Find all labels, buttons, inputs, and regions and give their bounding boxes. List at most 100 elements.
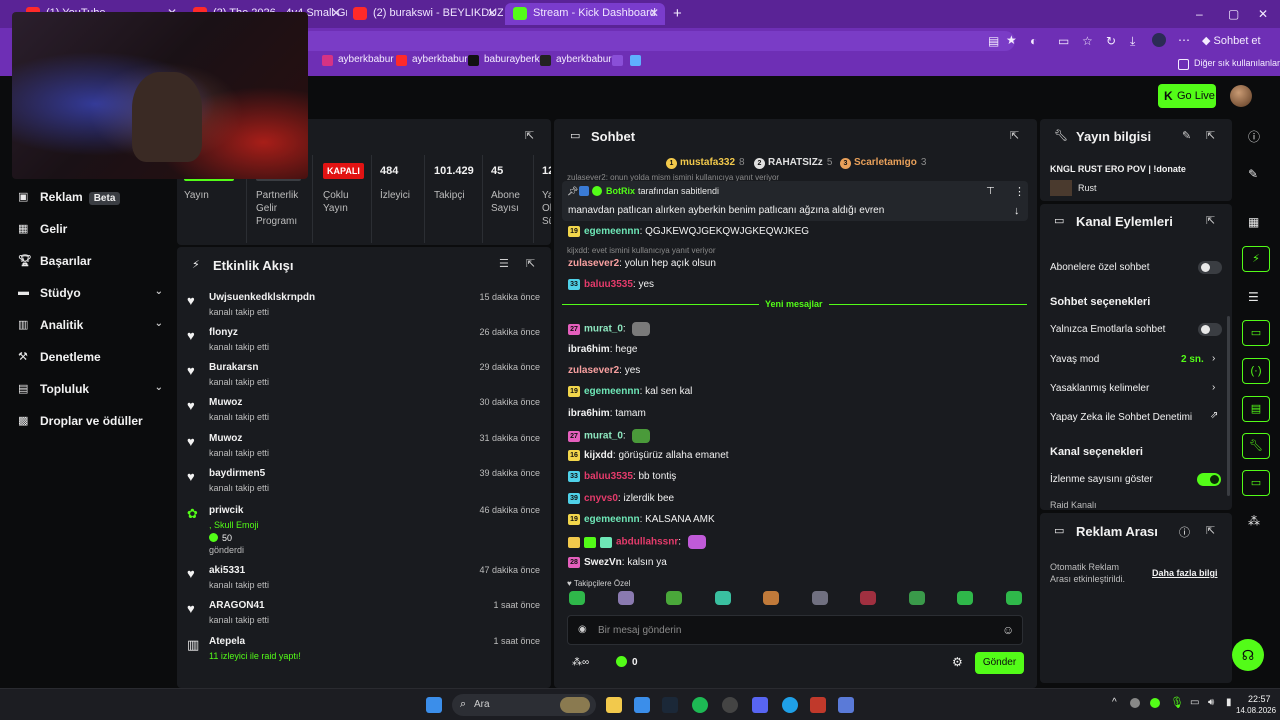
bookmark[interactable]: ayberkbabur: [540, 54, 612, 66]
edit-icon[interactable]: ✎: [1182, 129, 1191, 142]
rail-window-button[interactable]: ▭: [1242, 470, 1270, 496]
layout-icon[interactable]: ▦: [1248, 215, 1259, 229]
banned-words-row[interactable]: Yasaklanmış kelimeler ›: [1040, 375, 1224, 401]
sidebar-item-gelir[interactable]: ▦ Gelir: [18, 222, 163, 242]
chat-message[interactable]: abdullahssnr:: [568, 535, 706, 551]
steam-icon[interactable]: [662, 697, 678, 713]
download-icon[interactable]: ⤓: [1130, 34, 1135, 49]
discord-icon[interactable]: [752, 697, 768, 713]
activity-user[interactable]: ARAGON41: [209, 600, 265, 611]
popout-icon[interactable]: ⇱: [1206, 214, 1215, 227]
app-icon[interactable]: [722, 697, 738, 713]
activity-user[interactable]: baydirmen5: [209, 468, 265, 479]
popout-icon[interactable]: ⇱: [1206, 524, 1215, 537]
chat-username[interactable]: cnyvs0: [584, 493, 618, 504]
ai-moderation-row[interactable]: Yapay Zeka ile Sohbet Denetimi ⇗: [1040, 404, 1224, 430]
volume-icon[interactable]: 🔊︎: [1208, 697, 1214, 708]
popout-icon[interactable]: ⇱: [525, 129, 534, 142]
rail-stack-button[interactable]: ▤: [1242, 396, 1270, 422]
chat-message[interactable]: 27 murat_0:: [568, 429, 651, 445]
bookmark[interactable]: baburayberk: [468, 54, 540, 66]
activity-user[interactable]: priwcik: [209, 505, 243, 516]
profile-icon[interactable]: [1152, 33, 1166, 47]
other-bookmarks[interactable]: Diğer sık kullanılanlar: [1178, 58, 1280, 70]
copilot-button[interactable]: ◆ Sohbet et: [1202, 34, 1261, 47]
chat-input[interactable]: ◉ Bir mesaj gönderin ☺: [567, 615, 1023, 645]
send-button[interactable]: Gönder: [975, 652, 1024, 674]
sidebar-item-denetleme[interactable]: ⚒ Denetleme: [18, 350, 163, 370]
split-icon[interactable]: ▭: [1058, 34, 1069, 48]
favorites-icon[interactable]: ☆: [1082, 34, 1093, 48]
sidebar-item-basarilar[interactable]: 🏆︎ Başarılar: [18, 254, 163, 274]
settings-icon[interactable]: ◉: [578, 624, 587, 635]
points-icon[interactable]: ⁂∞: [572, 657, 589, 668]
activity-user[interactable]: Burakarsn: [209, 362, 258, 373]
close-icon[interactable]: ✕: [331, 6, 341, 20]
rail-chat-button[interactable]: ▭: [1242, 320, 1270, 346]
unpin-icon[interactable]: ⊤: [986, 186, 995, 197]
emote-button[interactable]: [763, 591, 779, 605]
filter-icon[interactable]: ☰: [499, 257, 509, 270]
close-icon[interactable]: ✕: [649, 6, 659, 20]
chat-message[interactable]: 19 egemeennn: KALSANA AMK: [568, 514, 715, 530]
store-icon[interactable]: [634, 697, 650, 713]
chat-username[interactable]: kijxdd: [584, 450, 613, 461]
close-window-button[interactable]: ✕: [1258, 7, 1268, 21]
network-icon[interactable]: ▭: [1190, 697, 1199, 708]
chat-message[interactable]: 33 baluu3535: bb tontiş: [568, 471, 676, 487]
nodes-icon[interactable]: ⁂: [1248, 514, 1260, 528]
emote-button[interactable]: [666, 591, 682, 605]
activity-user[interactable]: Atepela: [209, 636, 245, 647]
favorite-star-icon[interactable]: ★: [1006, 33, 1017, 47]
chat-username[interactable]: baluu3535: [584, 279, 633, 290]
expand-icon[interactable]: ↓: [1014, 205, 1020, 217]
maximize-button[interactable]: ▢: [1228, 7, 1239, 21]
edit-icon[interactable]: ✎: [1248, 167, 1258, 181]
tray-app-icon[interactable]: [1130, 698, 1140, 708]
sidebar-item-reklam[interactable]: ▣ Reklam Beta: [18, 190, 163, 210]
rail-wrench-button[interactable]: 🔧︎: [1242, 433, 1270, 459]
emote-button[interactable]: [860, 591, 876, 605]
chat-message[interactable]: 16 kijxdd: görüşürüz allaha emanet: [568, 450, 729, 466]
popout-icon[interactable]: ⇱: [1010, 129, 1019, 142]
chat-message[interactable]: 19 egemeennn: QGJKEWQJGEKQWJGKEQWJKEG: [568, 226, 809, 242]
windows-start-icon[interactable]: [426, 697, 442, 713]
chat-username[interactable]: egemeennn: [584, 386, 640, 397]
emote-button[interactable]: [811, 591, 828, 605]
address-bar[interactable]: [300, 31, 1015, 51]
info-icon[interactable]: ⓘ: [1179, 524, 1190, 540]
edge-icon[interactable]: [782, 697, 798, 713]
top-gifter[interactable]: 3 Scarletamigo 3: [840, 157, 926, 169]
activity-user[interactable]: Muwoz: [209, 397, 242, 408]
chat-message[interactable]: ibra6him: hege: [568, 344, 638, 360]
sub-only-toggle[interactable]: [1198, 261, 1222, 274]
chat-username[interactable]: baluu3535: [584, 471, 633, 482]
rail-code-button[interactable]: (·): [1242, 358, 1270, 384]
sidebar-item-studyo[interactable]: ▬ Stüdyo ⌄: [18, 286, 163, 306]
list-icon[interactable]: ☰: [1248, 290, 1259, 304]
microphone-icon[interactable]: 🎙︎: [1170, 696, 1184, 709]
chat-message[interactable]: 33 baluu3535: yes: [568, 279, 654, 295]
sidebar-item-droplar[interactable]: ▩ Droplar ve ödüller: [18, 414, 163, 434]
chat-username[interactable]: abdullahssnr: [616, 537, 678, 548]
support-button[interactable]: ☊: [1232, 639, 1264, 671]
slow-mode-row[interactable]: Yavaş mod 2 sn. ›: [1040, 346, 1224, 372]
tray-app-icon[interactable]: [1150, 698, 1160, 708]
minimize-button[interactable]: –: [1196, 7, 1203, 21]
emote-button[interactable]: [617, 591, 634, 605]
clock-date[interactable]: 14.08.2026: [1236, 706, 1276, 715]
chat-message[interactable]: zulasever2: yolun hep açık olsun: [568, 258, 716, 274]
rail-lightning-button[interactable]: ⚡: [1242, 246, 1270, 272]
chat-message[interactable]: 39 cnyvs0: izlerdik bee: [568, 493, 674, 509]
gear-icon[interactable]: ⚙: [952, 655, 963, 669]
info-icon[interactable]: ⓘ: [1248, 128, 1260, 145]
menu-icon[interactable]: ⋯: [1178, 33, 1190, 47]
emoji-icon[interactable]: ☺: [1002, 623, 1014, 637]
show-viewers-toggle[interactable]: [1197, 473, 1221, 486]
new-tab-button[interactable]: +: [673, 5, 682, 22]
browser-tab-active[interactable]: Stream - Kick Dashboard ✕: [505, 3, 665, 25]
reader-icon[interactable]: ▤: [988, 34, 999, 48]
clock-time[interactable]: 22:57: [1248, 694, 1271, 704]
bookmark[interactable]: ayberkbabur: [396, 54, 468, 66]
chat-message[interactable]: 28 SwezVn: kalsın ya: [568, 557, 667, 573]
